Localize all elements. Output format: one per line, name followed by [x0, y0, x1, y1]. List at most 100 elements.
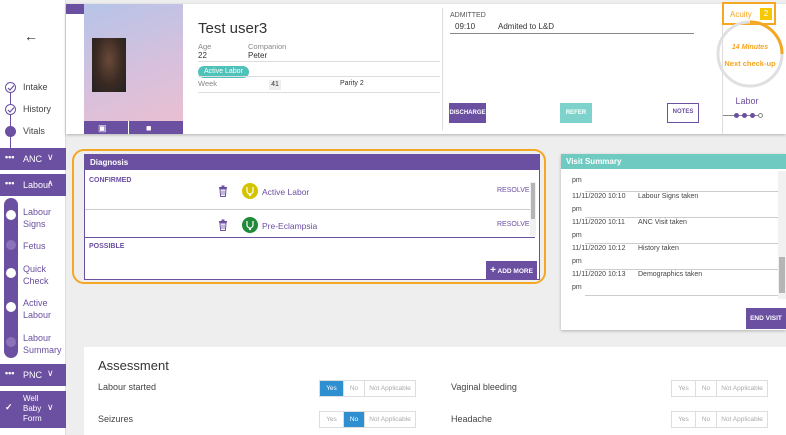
visit-event: ANC Visit taken	[638, 219, 687, 226]
check-icon	[6, 210, 16, 220]
resolve-button[interactable]: RESOLVE	[497, 221, 530, 228]
visit-ampm: pm	[572, 232, 582, 239]
step-connector	[10, 135, 11, 149]
scrollbar-thumb[interactable]	[779, 257, 785, 293]
question-label: Headache	[451, 414, 493, 424]
question-label: Labour started	[98, 382, 157, 392]
answer-toggle: Yes No Not Applicable	[319, 411, 416, 428]
sidebar: ← Intake History Vitals ••• ANC ∨ ••• La…	[0, 0, 66, 435]
option-not-applicable[interactable]: Not Applicable	[717, 412, 767, 427]
week-label: Week	[198, 79, 218, 88]
patient-face	[92, 38, 126, 92]
plus-icon: +	[490, 265, 496, 276]
divider	[85, 237, 535, 238]
timer-next-checkup: Next check-up	[724, 59, 776, 68]
admit-time: 09:10	[455, 22, 476, 31]
timer-minutes: 14 Minutes	[731, 44, 769, 51]
visit-ampm: pm	[572, 206, 582, 213]
age-value: 22	[198, 51, 207, 60]
checkup-timer-ring	[716, 20, 784, 88]
divider	[585, 295, 779, 296]
group-label: Well Baby Form	[23, 394, 42, 423]
question-label: Vaginal bleeding	[451, 382, 517, 392]
card-accent	[66, 4, 84, 14]
diagnosis-card: Diagnosis CONFIRMED Active Labor RESOLVE…	[84, 154, 540, 280]
step-label: Labour Signs	[23, 207, 52, 229]
more-icon: •••	[5, 152, 15, 162]
chevron-up-icon: ∧	[47, 178, 54, 188]
visit-entry: 11/11/2020 10:11 pm ANC Visit taken	[572, 216, 687, 242]
patient-card: ▣ ■ Test user3 Age 22 Companion Peter Ac…	[66, 2, 786, 134]
admit-note: Admited to L&D	[498, 22, 555, 31]
check-icon: ✓	[5, 402, 13, 412]
group-label: PNC	[23, 370, 43, 380]
companion-label: Companion	[248, 42, 287, 51]
step-label: Intake	[23, 82, 48, 92]
option-no[interactable]: No	[696, 381, 717, 396]
answer-toggle: Yes No Not Applicable	[319, 380, 416, 397]
step-label: Quick Check	[23, 264, 49, 286]
pending-step-icon	[6, 337, 16, 347]
answer-toggle: Yes No Not Applicable	[671, 411, 768, 428]
week-value: 41	[269, 80, 281, 90]
stage-label: Labor	[735, 96, 759, 106]
add-more-button[interactable]: + ADD MORE	[486, 261, 537, 280]
check-icon	[6, 302, 16, 312]
refer-button[interactable]: REFER	[560, 103, 592, 123]
visit-ampm: pm	[572, 258, 582, 265]
option-not-applicable[interactable]: Not Applicable	[717, 381, 767, 396]
divider	[198, 92, 440, 93]
diagnosis-row: Active Labor RESOLVE	[85, 177, 531, 207]
notes-button[interactable]: NOTES	[667, 103, 699, 123]
current-step-icon	[6, 268, 16, 278]
group-label: ANC	[23, 154, 43, 164]
divider	[450, 33, 694, 34]
sidebar-group-anc[interactable]: ••• ANC ∨	[0, 148, 66, 170]
trash-icon[interactable]	[218, 219, 228, 231]
visit-event: History taken	[638, 245, 679, 252]
photo-toolbar: ▣ ■	[84, 121, 183, 134]
answer-toggle: Yes No Not Applicable	[671, 380, 768, 397]
stethoscope-icon	[242, 183, 258, 199]
arrow-left-icon[interactable]: ←	[24, 28, 38, 44]
option-yes[interactable]: Yes	[672, 412, 696, 427]
sidebar-group-pnc[interactable]: ••• PNC ∨	[0, 364, 66, 386]
discharge-button[interactable]: DISCHARGE	[449, 103, 486, 123]
visit-event: Demographics taken	[638, 271, 703, 278]
visit-entry-partial: pm	[572, 177, 582, 184]
diagnosis-name: Pre-Eclampsia	[262, 221, 318, 231]
option-no[interactable]: No	[344, 381, 365, 396]
folder-icon[interactable]: ■	[146, 123, 151, 133]
option-yes[interactable]: Yes	[320, 381, 344, 396]
visit-entry: 11/11/2020 10:10 pm Labour Signs taken	[572, 190, 698, 216]
sidebar-group-labour[interactable]: ••• Labour ∧	[0, 174, 66, 196]
option-no[interactable]: No	[344, 412, 365, 427]
stage-progress-dot	[742, 113, 747, 118]
option-no[interactable]: No	[696, 412, 717, 427]
option-not-applicable[interactable]: Not Applicable	[365, 381, 415, 396]
divider	[442, 8, 443, 130]
camera-off-icon[interactable]: ▣	[98, 123, 107, 134]
resolve-button[interactable]: RESOLVE	[497, 187, 530, 194]
trash-icon[interactable]	[218, 185, 228, 197]
divider	[128, 121, 129, 134]
visit-entry: 11/11/2020 10:12 pm History taken	[572, 242, 679, 268]
companion-value: Peter	[248, 51, 268, 60]
step-label: Fetus	[23, 241, 46, 251]
admitted-label: ADMITTED	[450, 12, 486, 19]
option-yes[interactable]: Yes	[672, 381, 696, 396]
step-label: History	[23, 104, 52, 114]
visit-event: Labour Signs taken	[638, 193, 699, 200]
scrollbar-thumb[interactable]	[531, 183, 535, 219]
stethoscope-icon	[242, 217, 258, 233]
visit-date: 11/11/2020 10:12	[572, 245, 626, 252]
visit-date: 11/11/2020 10:13	[572, 271, 626, 278]
check-icon	[5, 82, 16, 93]
end-visit-button[interactable]: END VISIT	[746, 308, 786, 329]
stage-progress-dot	[758, 113, 763, 118]
stage-progress-dot	[750, 113, 755, 118]
option-not-applicable[interactable]: Not Applicable	[365, 412, 415, 427]
sidebar-group-well-baby[interactable]: ✓ Well Baby Form ∨	[0, 391, 66, 428]
visit-summary-card: Visit Summary pm 11/11/2020 10:10 pm Lab…	[561, 154, 786, 330]
option-yes[interactable]: Yes	[320, 412, 344, 427]
